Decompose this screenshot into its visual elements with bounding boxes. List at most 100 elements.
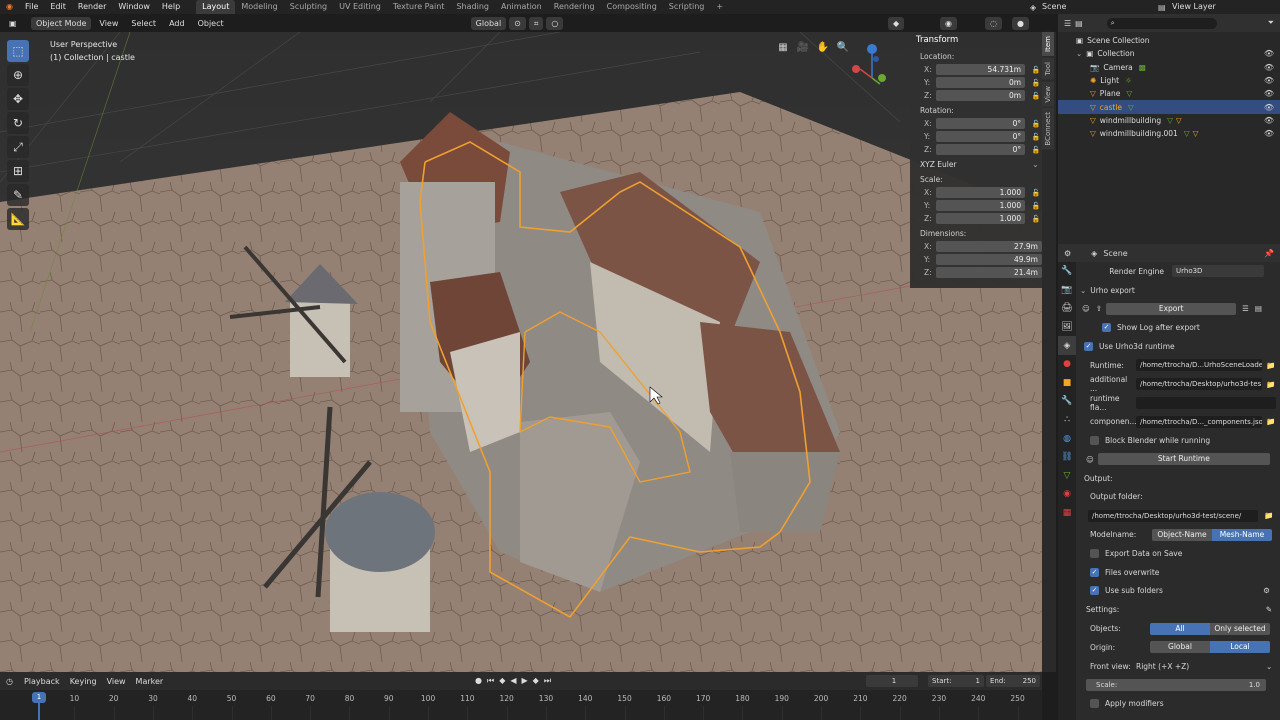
location-x-field[interactable]: 54.731m [935, 64, 1026, 75]
apply-modifiers-checkbox[interactable] [1090, 699, 1099, 709]
shading-material-icon[interactable]: ● [1012, 16, 1029, 30]
properties-editor-icon[interactable]: ⚙ [1064, 249, 1071, 258]
origin-local-option[interactable]: Local [1210, 641, 1270, 654]
menu-marker[interactable]: Marker [131, 675, 169, 688]
display-mode-icon[interactable]: ▤ [1075, 19, 1083, 28]
output-folder-field[interactable]: /home/ttrocha/Desktop/urho3d-test/scene/ [1088, 509, 1258, 522]
output-tab-icon[interactable]: 🖨 [1058, 299, 1076, 318]
outliner-item-castle[interactable]: ▽ castle ▽ 👁 [1058, 100, 1280, 114]
outliner-editor-icon[interactable]: ☰ [1064, 19, 1071, 28]
folder-icon[interactable]: 📁 [1266, 361, 1275, 370]
tab-modeling[interactable]: Modeling [235, 0, 283, 14]
tab-bconnect[interactable]: BConnect [1042, 108, 1054, 150]
menu-render[interactable]: Render [72, 0, 112, 14]
tab-rendering[interactable]: Rendering [548, 0, 601, 14]
select-box-tool-icon[interactable]: ⬚ [7, 40, 29, 62]
object-tab-icon[interactable]: ■ [1058, 374, 1076, 393]
folder-icon[interactable]: 📁 [1266, 380, 1275, 389]
menu-window[interactable]: Window [112, 0, 156, 14]
show-log-checkbox[interactable]: ✓ [1102, 323, 1111, 333]
jump-end-icon[interactable]: ⏭ [544, 676, 551, 686]
objects-selected-option[interactable]: Only selected [1210, 622, 1270, 635]
pin-icon[interactable]: 📌 [1264, 249, 1274, 258]
modifier-tab-icon[interactable]: 🔧 [1058, 392, 1076, 411]
menu-keying[interactable]: Keying [65, 675, 102, 688]
folder-icon[interactable]: 📁 [1266, 417, 1275, 426]
edit-icon[interactable]: ✎ [1266, 605, 1272, 614]
rotation-z-field[interactable]: 0° [935, 144, 1026, 155]
scene-tab-icon[interactable]: ◈ [1058, 336, 1076, 355]
tab-shading[interactable]: Shading [450, 0, 495, 14]
editor-type-icon[interactable]: ▣ [4, 17, 22, 30]
chevron-down-icon[interactable]: ⌄ [1080, 286, 1086, 295]
use-sub-folders-checkbox[interactable]: ✓ [1090, 586, 1099, 596]
use-runtime-checkbox[interactable]: ✓ [1084, 342, 1093, 352]
orientation-select[interactable]: Global [470, 16, 507, 30]
sub-folders-settings-icon[interactable]: ⚙ [1263, 586, 1270, 595]
play-icon[interactable]: ▶ [522, 676, 528, 686]
scale-x-field[interactable]: 1.000 [935, 187, 1026, 198]
tab-view[interactable]: View [1042, 81, 1054, 107]
objects-all-option[interactable]: All [1150, 622, 1210, 635]
start-frame-field[interactable]: Start: 1 [928, 675, 984, 687]
jump-start-icon[interactable]: ⏮ [487, 676, 494, 686]
outliner-item-plane[interactable]: ▽ Plane ▽ 👁 [1058, 87, 1280, 100]
scene-name-field[interactable]: Scene [1042, 0, 1066, 14]
lock-icon[interactable]: 🔓 [1030, 66, 1042, 74]
transform-tool-icon[interactable]: ⊞ [7, 160, 29, 182]
render-tab-icon[interactable]: 📷 [1058, 281, 1076, 300]
lock-icon[interactable]: 🔓 [1030, 202, 1042, 210]
tab-item[interactable]: Item [1042, 32, 1054, 56]
rotation-y-field[interactable]: 0° [935, 131, 1026, 142]
menu-view[interactable]: View [94, 17, 123, 30]
outliner-search-input[interactable]: ⌕ [1106, 17, 1217, 29]
menu-file[interactable]: File [19, 0, 44, 14]
outliner-item-windmillbuilding-001[interactable]: ▽ windmillbuilding.001 ▽ ▽ 👁 [1058, 127, 1280, 140]
menu-edit[interactable]: Edit [44, 0, 72, 14]
next-keyframe-icon[interactable]: ◆ [533, 676, 539, 686]
components-path-field[interactable]: /home/ttrocha/D..._components.json [1136, 415, 1262, 428]
prev-keyframe-icon[interactable]: ◆ [499, 676, 505, 686]
outliner-item-windmillbuilding[interactable]: ▽ windmillbuilding ▽ ▽ 👁 [1058, 114, 1280, 127]
front-view-select[interactable]: Right (+X +Z) [1136, 662, 1266, 671]
outliner-item-scene-collection[interactable]: ▣ Scene Collection [1058, 34, 1280, 47]
transform-title[interactable]: Transform [910, 32, 1042, 48]
render-engine-select[interactable]: Urho3D [1172, 265, 1264, 278]
tab-animation[interactable]: Animation [495, 0, 548, 14]
log-icon[interactable]: ☺ [1082, 304, 1090, 313]
lock-icon[interactable]: 🔓 [1030, 189, 1042, 197]
visibility-eye-icon[interactable]: 👁 [1264, 49, 1274, 58]
menu-help[interactable]: Help [156, 0, 186, 14]
menu-timeline-view[interactable]: View [102, 675, 131, 688]
dimension-y-field[interactable]: 49.9m [935, 254, 1042, 265]
playhead[interactable]: 1 [32, 692, 46, 703]
location-z-field[interactable]: 0m [935, 90, 1026, 101]
overlay-toggle[interactable]: ◉ [940, 16, 957, 30]
urho-export-panel-title[interactable]: Urho export [1090, 286, 1134, 295]
constraints-tab-icon[interactable]: ⛓ [1058, 448, 1076, 467]
view-layer-tab-icon[interactable]: 🖼 [1058, 318, 1076, 337]
tab-sculpting[interactable]: Sculpting [284, 0, 333, 14]
filter-icon[interactable]: ⏷ [1268, 18, 1274, 28]
files-overwrite-checkbox[interactable]: ✓ [1090, 567, 1099, 577]
dimension-x-field[interactable]: 27.9m [935, 241, 1042, 252]
add-workspace-button[interactable]: + [710, 0, 729, 14]
cursor-tool-icon[interactable]: ⊕ [7, 64, 29, 86]
view-layer-field[interactable]: View Layer [1172, 0, 1216, 14]
play-reverse-icon[interactable]: ◀ [510, 676, 516, 686]
visibility-eye-icon[interactable]: 👁 [1264, 129, 1274, 138]
end-frame-field[interactable]: End: 250 [986, 675, 1040, 687]
move-tool-icon[interactable]: ✥ [7, 88, 29, 110]
shading-wireframe-icon[interactable]: ◌ [985, 16, 1002, 30]
list-icon[interactable]: ☰ [1242, 304, 1249, 313]
blender-logo-icon[interactable]: ◉ [0, 0, 19, 14]
outliner-item-camera[interactable]: 📷 Camera ▩ 👁 [1058, 61, 1280, 74]
pan-hand-icon[interactable]: ✋ [816, 40, 830, 54]
origin-global-option[interactable]: Global [1150, 641, 1210, 654]
block-blender-checkbox[interactable] [1090, 436, 1099, 446]
menu-object[interactable]: Object [193, 17, 229, 30]
visibility-eye-icon[interactable]: 👁 [1264, 103, 1274, 112]
annotate-tool-icon[interactable]: ✎ [7, 184, 29, 206]
material-tab-icon[interactable]: ◉ [1058, 485, 1076, 504]
tab-tool[interactable]: Tool [1042, 57, 1054, 80]
